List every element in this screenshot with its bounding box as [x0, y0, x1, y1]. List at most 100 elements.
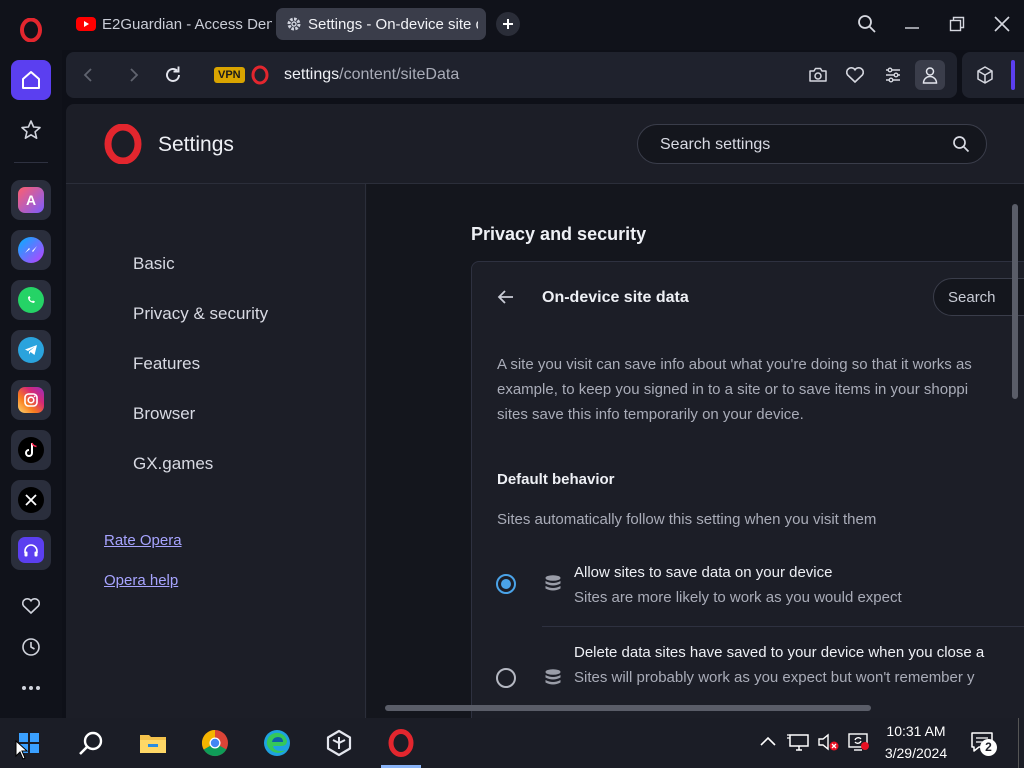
site-search-input[interactable]: Search: [933, 278, 1024, 316]
opera-sidebar: A: [0, 0, 62, 718]
url-field[interactable]: settings/content/siteData: [284, 66, 459, 84]
new-tab-plus-icon[interactable]: [496, 12, 520, 36]
minimize-icon[interactable]: [894, 8, 930, 40]
instagram-icon: [18, 387, 44, 413]
clock-date[interactable]: 3/29/2024: [876, 745, 956, 761]
rate-opera-link[interactable]: Rate Opera: [104, 532, 182, 549]
page-title: On-device site data: [542, 289, 689, 306]
nav-item-browser[interactable]: Browser: [133, 404, 195, 424]
back-arrow-icon[interactable]: [496, 287, 516, 307]
player-app[interactable]: [11, 530, 51, 570]
tab-title: E2Guardian - Access Denied: [102, 15, 272, 33]
radio-selected[interactable]: [496, 574, 516, 594]
mouse-cursor-icon: [15, 740, 29, 760]
nav-item-privacy-security[interactable]: Privacy & security: [133, 304, 268, 324]
tab-settings[interactable]: Settings - On-device site data: [276, 8, 486, 40]
option-delete-on-close[interactable]: Delete data sites have saved to your dev…: [496, 644, 1024, 704]
tab-e2guardian[interactable]: E2Guardian - Access Denied: [66, 8, 272, 40]
whatsapp-app[interactable]: [11, 280, 51, 320]
home-icon[interactable]: [11, 60, 51, 100]
notification-count-badge: 2: [980, 739, 997, 756]
tab-search-icon[interactable]: [849, 8, 885, 40]
back-arrow-icon[interactable]: [78, 64, 100, 86]
site-search-placeholder: Search: [948, 289, 996, 306]
tiktok-app[interactable]: [11, 430, 51, 470]
vertical-scrollbar-thumb[interactable]: [1012, 204, 1018, 399]
chrome-icon[interactable]: [191, 718, 239, 768]
search-icon: [952, 135, 970, 153]
network-monitor-icon[interactable]: [787, 732, 811, 752]
instagram-app[interactable]: [11, 380, 51, 420]
extensions-area: [962, 52, 1024, 98]
snapshot-camera-icon[interactable]: [808, 65, 828, 85]
option-divider: [542, 626, 1024, 627]
option-subtitle: Sites will probably work as you expect b…: [574, 669, 975, 686]
sync-monitor-icon[interactable]: [847, 732, 871, 752]
vpn-badge[interactable]: VPN: [214, 67, 245, 83]
description-line: sites save this info temporarily on your…: [497, 406, 804, 423]
gear-favicon-icon: [286, 16, 302, 32]
add-to-pinboard-heart-icon[interactable]: [845, 65, 865, 85]
tab-title: Settings - On-device site data: [308, 15, 478, 33]
search-settings-placeholder: Search settings: [660, 136, 771, 153]
extensions-cube-icon[interactable]: [975, 65, 995, 85]
settings-content: Privacy and security On-device site data…: [367, 184, 1024, 718]
default-behavior-heading: Default behavior: [497, 471, 615, 488]
nav-item-basic[interactable]: Basic: [133, 254, 175, 274]
aria-icon: A: [18, 187, 44, 213]
section-title: Privacy and security: [471, 224, 647, 244]
tab-strip: E2Guardian - Access Denied Settings - On…: [62, 0, 1024, 50]
description-line: example, to keep you signed in to a site…: [497, 381, 969, 398]
url-host: settings: [284, 66, 340, 83]
url-path: /content/siteData: [339, 66, 460, 83]
show-hidden-icons-chevron-icon[interactable]: [759, 734, 777, 748]
option-allow-save-data[interactable]: Allow sites to save data on your device …: [496, 564, 1024, 624]
horizontal-scrollbar-thumb[interactable]: [385, 705, 871, 711]
clock-time[interactable]: 10:31 AM: [876, 723, 956, 739]
restore-window-icon[interactable]: [939, 8, 975, 40]
history-clock-icon[interactable]: [11, 627, 51, 667]
show-desktop-button[interactable]: [1018, 718, 1019, 768]
search-settings-input[interactable]: Search settings: [637, 124, 987, 164]
tiktok-icon: [18, 437, 44, 463]
volume-muted-icon[interactable]: [817, 732, 841, 752]
nav-item-features[interactable]: Features: [133, 354, 200, 374]
windows-taskbar: 10:31 AM 3/29/2024 2: [0, 718, 1024, 768]
reload-icon[interactable]: [162, 64, 184, 86]
database-icon: [544, 668, 562, 688]
pinboards-heart-icon[interactable]: [11, 586, 51, 626]
bookmarks-star-icon[interactable]: [11, 110, 51, 150]
description-line: A site you visit can save info about wha…: [497, 356, 972, 373]
close-window-icon[interactable]: [984, 8, 1020, 40]
database-icon: [544, 574, 562, 594]
edge-icon[interactable]: [253, 718, 301, 768]
forward-arrow-icon[interactable]: [122, 64, 144, 86]
settings-page: Settings Search settings Basic Privacy &…: [66, 104, 1024, 718]
messenger-app[interactable]: [11, 230, 51, 270]
sidebar-toggle-indicator[interactable]: [1011, 60, 1015, 90]
easy-setup-sliders-icon[interactable]: [883, 65, 903, 85]
opera-help-link[interactable]: Opera help: [104, 572, 178, 589]
telegram-app[interactable]: [11, 330, 51, 370]
taskbar-search-icon[interactable]: [67, 718, 115, 768]
radio-unselected[interactable]: [496, 668, 516, 688]
x-twitter-app[interactable]: [11, 480, 51, 520]
unity-icon[interactable]: [315, 718, 363, 768]
file-explorer-icon[interactable]: [129, 718, 177, 768]
nav-item-gx-games[interactable]: GX.games: [133, 454, 213, 474]
more-dots-icon[interactable]: [11, 668, 51, 708]
profile-avatar-icon[interactable]: [915, 60, 945, 90]
aria-ai-app[interactable]: A: [11, 180, 51, 220]
address-bar: VPN settings/content/siteData: [66, 52, 957, 98]
site-data-card: On-device site data Search A site you vi…: [471, 261, 1024, 718]
windows-start-icon[interactable]: [5, 718, 53, 768]
telegram-icon: [18, 337, 44, 363]
option-title: Delete data sites have saved to your dev…: [574, 644, 985, 661]
notifications-icon[interactable]: 2: [970, 730, 997, 756]
headphones-icon: [18, 537, 44, 563]
option-title: Allow sites to save data on your device: [574, 564, 833, 581]
opera-menu-logo-icon[interactable]: [11, 10, 51, 50]
sidebar-divider: [14, 162, 48, 163]
opera-taskbar-icon[interactable]: [377, 718, 425, 768]
settings-header: Settings Search settings: [66, 104, 1024, 184]
